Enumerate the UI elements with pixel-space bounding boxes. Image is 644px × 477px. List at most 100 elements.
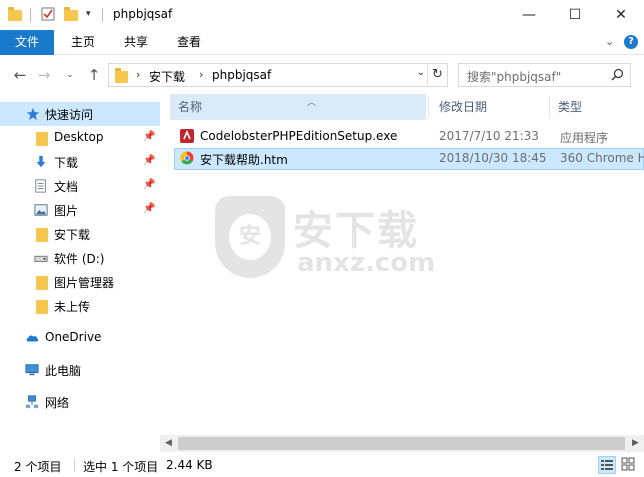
forward-icon[interactable]: → [34, 65, 54, 85]
nav-label: 图片 [54, 204, 79, 218]
cloud-icon [26, 335, 39, 342]
new-folder-icon[interactable] [64, 7, 78, 21]
nav-item-anxz[interactable]: 安下载 [0, 222, 160, 246]
folder-icon [36, 228, 48, 242]
divider [30, 8, 31, 22]
back-icon[interactable]: ← [10, 65, 30, 85]
tab-view[interactable]: 查看 [164, 30, 214, 55]
breadcrumb-item[interactable]: 安下载 [149, 68, 185, 85]
window-title: phpbjqsaf [113, 7, 173, 21]
tab-home[interactable]: 主页 [58, 30, 108, 55]
watermark: 安 安下载 anxz.com [215, 196, 435, 286]
nav-item-documents[interactable]: 文档 📌 [0, 174, 160, 198]
chevron-right-icon[interactable]: › [136, 68, 140, 81]
details-view-button[interactable] [598, 456, 616, 474]
selected-size: 2.44 KB [166, 458, 213, 472]
nav-label: 快速访问 [45, 108, 94, 122]
item-count: 2 个项目 [14, 460, 62, 474]
file-name: 安下载帮助.htm [200, 153, 288, 167]
nav-label: 未上传 [54, 300, 91, 314]
chevron-right-icon[interactable]: › [199, 68, 203, 81]
pin-icon[interactable]: 📌 [143, 155, 155, 166]
help-icon[interactable]: ? [624, 35, 638, 49]
column-divider[interactable] [549, 96, 550, 118]
download-icon [36, 155, 46, 168]
watermark-subtext: anxz.com [297, 248, 436, 278]
column-header-type[interactable]: 类型 [558, 94, 582, 120]
exe-icon [180, 129, 194, 143]
nav-item-desktop[interactable]: Desktop 📌 [0, 126, 160, 150]
column-name-label: 名称 [178, 100, 203, 114]
ribbon-tabs: 文件 主页 共享 查看 ⌄ ? [0, 30, 644, 55]
nav-item-pictures[interactable]: 图片 📌 [0, 198, 160, 222]
chevron-down-icon[interactable]: ⌄ [417, 67, 425, 78]
file-modified: 2017/7/10 21:33 [439, 129, 539, 143]
file-type: 应用程序 [560, 131, 609, 145]
selected-count: 选中 1 个项目 [83, 460, 159, 474]
file-modified: 2018/10/30 18:45 [439, 151, 547, 165]
horizontal-scrollbar[interactable]: ◀ ▶ [160, 435, 644, 452]
nav-item-drive-d[interactable]: 软件 (D:) [0, 246, 160, 270]
nav-label: Desktop [54, 130, 104, 144]
search-input[interactable]: 搜索"phpbjqsaf" [458, 63, 631, 87]
scroll-right-icon[interactable]: ▶ [627, 435, 644, 452]
chevron-down-icon[interactable]: ⌄ [605, 35, 614, 48]
drive-icon [34, 255, 48, 262]
address-bar[interactable]: › 安下载 › phpbjqsaf ⌄ ↻ [108, 63, 448, 87]
nav-label: 下载 [54, 156, 79, 170]
nav-item-not-uploaded[interactable]: 未上传 [0, 294, 160, 318]
folder-icon [36, 132, 48, 146]
navigation-pane: 快速访问 Desktop 📌 下载 📌 文档 📌 图片 📌 安下载 软件 (D:… [0, 94, 160, 454]
nav-network[interactable]: 网络 [0, 390, 160, 414]
network-icon [25, 395, 39, 409]
table-row[interactable]: CodelobsterPHPEditionSetup.exe 2017/7/10… [174, 126, 644, 148]
customize-toolbar-icon[interactable]: ▾ [86, 7, 100, 21]
scrollbar-thumb[interactable] [178, 437, 625, 450]
file-name: CodelobsterPHPEditionSetup.exe [200, 129, 398, 143]
minimize-button[interactable]: — [506, 0, 552, 30]
pin-icon[interactable]: 📌 [143, 203, 155, 214]
large-icons-view-icon [621, 457, 635, 471]
refresh-icon[interactable]: ↻ [427, 64, 447, 86]
scroll-left-icon[interactable]: ◀ [160, 435, 177, 452]
folder-icon [36, 276, 48, 290]
nav-label: 此电脑 [45, 364, 82, 378]
maximize-button[interactable]: ☐ [552, 0, 598, 30]
pin-icon[interactable]: 📌 [143, 179, 155, 190]
pin-icon[interactable]: 📌 [143, 131, 155, 142]
up-icon[interactable]: ↑ [84, 65, 104, 85]
nav-label: OneDrive [45, 330, 102, 344]
properties-icon[interactable] [41, 7, 55, 21]
nav-item-picture-manager[interactable]: 图片管理器 [0, 270, 160, 294]
large-icons-view-button[interactable] [620, 456, 638, 474]
column-header-name[interactable]: 名称 ︿ [170, 94, 426, 120]
table-row[interactable]: 安下载帮助.htm 2018/10/30 18:45 360 Chrome HT… [174, 148, 644, 170]
computer-icon [25, 364, 39, 376]
sort-ascending-icon: ︿ [307, 98, 317, 108]
divider [102, 8, 103, 22]
nav-quick-access[interactable]: 快速访问 [0, 102, 160, 126]
nav-label: 网络 [45, 396, 70, 410]
nav-item-downloads[interactable]: 下载 📌 [0, 150, 160, 174]
breadcrumb-item[interactable]: phpbjqsaf [212, 68, 271, 82]
nav-label: 图片管理器 [54, 276, 115, 290]
document-icon [35, 179, 46, 193]
nav-onedrive[interactable]: OneDrive [0, 326, 160, 350]
folder-icon [36, 300, 48, 314]
tab-share[interactable]: 共享 [110, 30, 162, 55]
nav-label: 软件 (D:) [54, 252, 105, 266]
details-view-icon [601, 460, 613, 470]
status-bar: 2 个项目 选中 1 个项目 2.44 KB [0, 454, 644, 477]
tab-file[interactable]: 文件 [0, 30, 54, 55]
search-icon[interactable] [611, 68, 624, 81]
column-header-modified[interactable]: 修改日期 [439, 94, 487, 120]
nav-this-pc[interactable]: 此电脑 [0, 358, 160, 382]
nav-label: 文档 [54, 180, 79, 194]
recent-locations-icon[interactable]: ⌄ [60, 65, 80, 85]
close-button[interactable]: ✕ [598, 0, 644, 30]
title-bar: ▾ phpbjqsaf — ☐ ✕ [0, 0, 644, 30]
nav-label: 安下载 [54, 228, 91, 242]
navigation-bar: ← → ⌄ ↑ › 安下载 › phpbjqsaf ⌄ ↻ 搜索"phpbjqs… [0, 56, 644, 94]
column-divider[interactable] [428, 96, 429, 118]
watermark-shield-text: 安 [229, 214, 271, 260]
